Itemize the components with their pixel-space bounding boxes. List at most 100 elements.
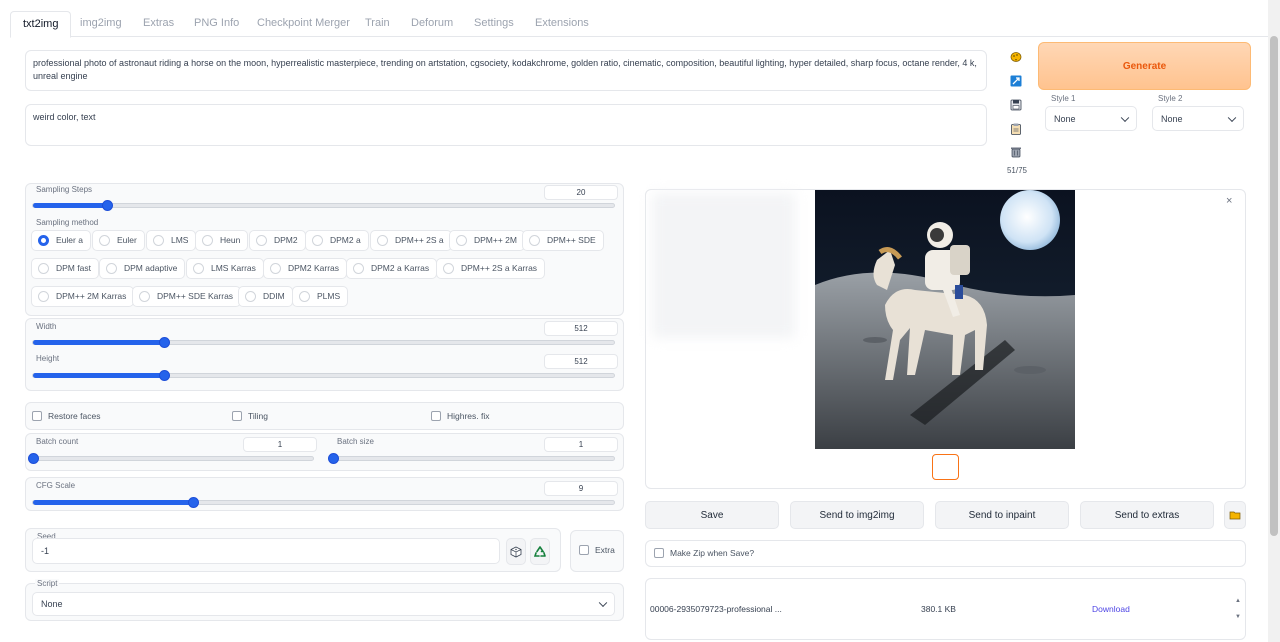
interrogate-button[interactable]: [1006, 47, 1026, 67]
radio-dot: [106, 263, 117, 274]
floppy-disk-icon: [1010, 99, 1022, 111]
close-icon[interactable]: ×: [1226, 195, 1232, 207]
random-seed-button[interactable]: [506, 538, 526, 565]
generate-button[interactable]: Generate: [1038, 42, 1251, 90]
option-label: DPM2 a: [330, 235, 361, 245]
slider-handle[interactable]: [328, 453, 339, 464]
height-label: Height: [34, 354, 62, 363]
checkbox-label: Restore faces: [48, 411, 101, 421]
sampling-steps-slider[interactable]: [32, 200, 615, 211]
width-slider[interactable]: [32, 337, 615, 348]
sampler-option[interactable]: DPM++ 2S a: [370, 230, 452, 251]
sampler-option[interactable]: DPM++ 2M Karras: [31, 286, 135, 307]
style1-select[interactable]: None: [1045, 106, 1137, 131]
tab-deforum[interactable]: Deforum: [399, 11, 465, 37]
sampler-option[interactable]: Euler: [92, 230, 145, 251]
tab-txt2img[interactable]: txt2img: [10, 11, 72, 38]
height-input[interactable]: 512: [544, 354, 618, 369]
checkbox-box[interactable]: [32, 411, 42, 421]
batch-count-input[interactable]: 1: [243, 437, 317, 452]
radio-dot: [153, 235, 164, 246]
sampler-option[interactable]: DPM2: [249, 230, 306, 251]
checkbox-label: Highres. fix: [447, 411, 490, 421]
checkbox-label: Tiling: [248, 411, 268, 421]
open-folder-button[interactable]: [1224, 501, 1246, 529]
slider-handle[interactable]: [102, 200, 114, 211]
send-to-extras-button[interactable]: Send to extras: [1080, 501, 1214, 529]
radio-dot: [38, 263, 49, 274]
sampler-option[interactable]: DPM++ SDE Karras: [132, 286, 242, 307]
apply-style-button[interactable]: [1006, 119, 1026, 139]
tab-extras[interactable]: Extras: [131, 11, 186, 37]
sampler-option[interactable]: DPM adaptive: [99, 258, 186, 279]
restore-faces-checkbox[interactable]: Restore faces: [32, 411, 100, 422]
scrollbar-thumb[interactable]: [1270, 36, 1278, 536]
slider-handle[interactable]: [28, 453, 39, 464]
clear-prompt-button[interactable]: [1006, 142, 1026, 162]
cfg-scale-slider[interactable]: [32, 497, 615, 508]
radio-dot: [202, 235, 213, 246]
sampler-option[interactable]: DPM2 Karras: [263, 258, 348, 279]
extra-checkbox[interactable]: Extra: [579, 545, 615, 556]
tab-img2img[interactable]: img2img: [68, 11, 134, 37]
sampler-option[interactable]: DPM++ 2S a Karras: [436, 258, 546, 279]
reuse-seed-button[interactable]: [530, 538, 550, 565]
tab-settings[interactable]: Settings: [462, 11, 526, 37]
sampler-option[interactable]: DPM2 a Karras: [346, 258, 438, 279]
checkbox-box[interactable]: [654, 548, 664, 558]
sampler-option[interactable]: DPM2 a: [305, 230, 369, 251]
radio-dot: [299, 291, 310, 302]
batch-count-label: Batch count: [34, 437, 81, 446]
sampler-option[interactable]: DDIM: [238, 286, 293, 307]
radio-dot: [270, 263, 281, 274]
radio-dot: [456, 235, 467, 246]
save-style-button[interactable]: [1006, 95, 1026, 115]
height-slider[interactable]: [32, 370, 615, 381]
sampling-method-label: Sampling method: [34, 218, 101, 227]
tiling-checkbox[interactable]: Tiling: [232, 411, 268, 422]
sampler-option[interactable]: DPM++ SDE: [522, 230, 604, 251]
sampler-option[interactable]: PLMS: [292, 286, 349, 307]
make-zip-checkbox[interactable]: Make Zip when Save?: [654, 548, 754, 559]
file-list-scroll[interactable]: ▲ ▼: [1233, 597, 1243, 621]
gallery-thumbnail[interactable]: [932, 454, 959, 480]
tab-train[interactable]: Train: [353, 11, 402, 37]
send-to-img2img-button[interactable]: Send to img2img: [790, 501, 924, 529]
script-select[interactable]: None: [32, 592, 615, 616]
batch-count-slider[interactable]: [28, 453, 314, 464]
highres-fix-checkbox[interactable]: Highres. fix: [431, 411, 490, 422]
send-to-inpaint-button[interactable]: Send to inpaint: [935, 501, 1069, 529]
batch-size-label: Batch size: [335, 437, 376, 446]
checkbox-label: Extra: [595, 545, 615, 555]
batch-size-input[interactable]: 1: [544, 437, 618, 452]
sampler-option[interactable]: DPM++ 2M: [449, 230, 525, 251]
tab-png-info[interactable]: PNG Info: [182, 11, 251, 37]
tab-checkpoint-merger[interactable]: Checkpoint Merger: [245, 11, 362, 37]
tab-extensions[interactable]: Extensions: [523, 11, 601, 37]
generated-image[interactable]: [815, 190, 1075, 449]
sampler-option[interactable]: LMS Karras: [186, 258, 264, 279]
prompt-input[interactable]: professional photo of astronaut riding a…: [25, 50, 987, 91]
sampler-option[interactable]: Heun: [195, 230, 249, 251]
cfg-scale-input[interactable]: 9: [544, 481, 618, 496]
style2-select[interactable]: None: [1152, 106, 1244, 131]
save-button[interactable]: Save: [645, 501, 779, 529]
negative-prompt-input[interactable]: weird color, text: [25, 104, 987, 146]
sampling-steps-input[interactable]: 20: [544, 185, 618, 200]
paste-params-button[interactable]: [1006, 71, 1026, 91]
sampler-option[interactable]: DPM fast: [31, 258, 99, 279]
batch-size-slider[interactable]: [328, 453, 615, 464]
option-label: DPM2 Karras: [288, 263, 340, 273]
width-input[interactable]: 512: [544, 321, 618, 336]
sampler-option[interactable]: LMS: [146, 230, 197, 251]
seed-input[interactable]: -1: [32, 538, 500, 564]
cfg-scale-label: CFG Scale: [34, 481, 78, 490]
checkbox-box[interactable]: [579, 545, 589, 555]
radio-dot: [245, 291, 256, 302]
radio-dot: [193, 263, 204, 274]
checkbox-box[interactable]: [431, 411, 441, 421]
download-link[interactable]: Download: [1092, 604, 1130, 614]
page-scrollbar[interactable]: [1268, 0, 1280, 642]
sampler-option[interactable]: Euler a: [31, 230, 91, 251]
checkbox-box[interactable]: [232, 411, 242, 421]
